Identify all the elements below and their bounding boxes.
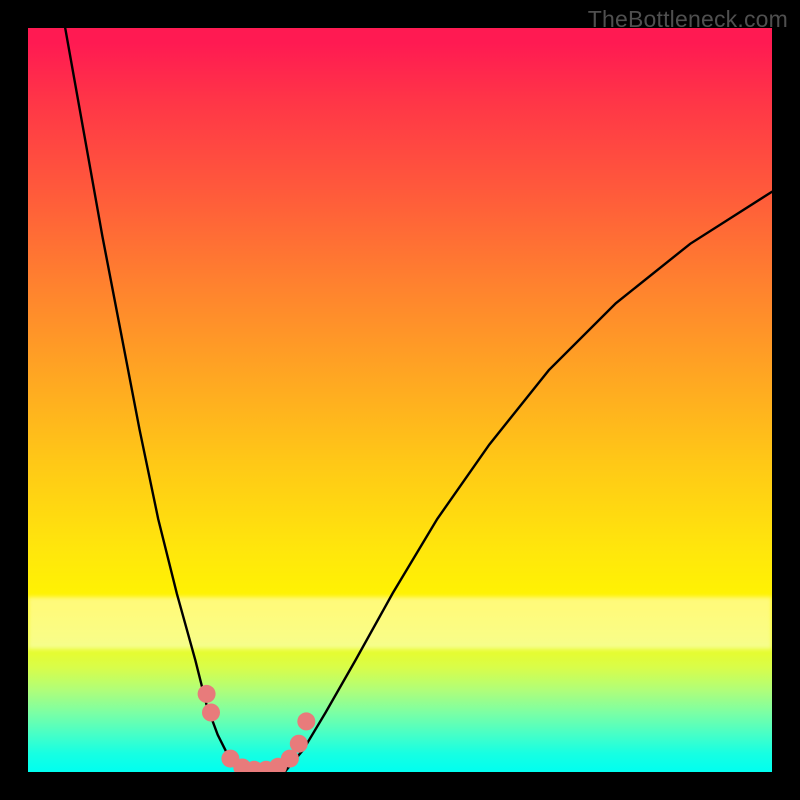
curve-layer bbox=[28, 28, 772, 772]
watermark-text: TheBottleneck.com bbox=[588, 6, 788, 33]
plot-area bbox=[28, 28, 772, 772]
curve-right bbox=[285, 192, 772, 772]
marker-dot bbox=[202, 704, 220, 722]
marker-dot bbox=[290, 735, 308, 753]
marker-dot bbox=[297, 712, 315, 730]
curve-left bbox=[65, 28, 240, 772]
marker-dot bbox=[198, 685, 216, 703]
outer-frame: TheBottleneck.com bbox=[0, 0, 800, 800]
